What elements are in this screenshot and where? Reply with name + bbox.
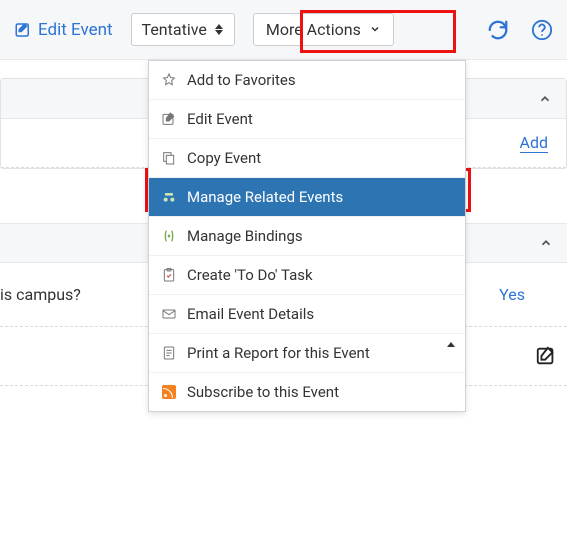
menu-item-print-a-report-for-this-event[interactable]: Print a Report for this Event: [149, 334, 465, 373]
copy-icon: [161, 150, 177, 166]
menu-item-subscribe-to-this-event[interactable]: Subscribe to this Event: [149, 373, 465, 411]
toolbar: Edit Event Tentative More Actions: [0, 0, 567, 60]
menu-item-label: Print a Report for this Event: [187, 344, 370, 362]
refresh-button[interactable]: [487, 19, 509, 41]
more-actions-button[interactable]: More Actions: [253, 13, 394, 46]
add-link[interactable]: Add: [520, 133, 548, 153]
edit-event-label: Edit Event: [38, 20, 113, 40]
menu-item-label: Create 'To Do' Task: [187, 266, 313, 284]
status-value: Tentative: [142, 20, 207, 39]
menu-item-copy-event[interactable]: Copy Event: [149, 139, 465, 178]
answer-yes-link[interactable]: Yes: [499, 285, 557, 304]
pencil-square-icon: [14, 21, 32, 39]
menu-item-label: Copy Event: [187, 149, 261, 167]
help-button[interactable]: [531, 19, 553, 41]
mail-icon: [161, 306, 177, 322]
edit-event-link[interactable]: Edit Event: [14, 20, 113, 40]
doc-icon: [161, 345, 177, 361]
menu-item-label: Subscribe to this Event: [187, 383, 339, 401]
menu-item-edit-event[interactable]: Edit Event: [149, 100, 465, 139]
menu-item-add-to-favorites[interactable]: Add to Favorites: [149, 61, 465, 100]
menu-item-create-to-do-task[interactable]: Create 'To Do' Task: [149, 256, 465, 295]
status-select[interactable]: Tentative: [131, 13, 235, 46]
link-icon: [161, 189, 177, 205]
menu-item-email-event-details[interactable]: Email Event Details: [149, 295, 465, 334]
menu-item-label: Email Event Details: [187, 305, 314, 323]
pencil-icon: [161, 111, 177, 127]
select-sort-icon: [215, 23, 224, 37]
menu-item-manage-related-events[interactable]: Manage Related Events: [149, 178, 465, 217]
menu-item-label: Manage Bindings: [187, 227, 303, 245]
collapse-toggle-2[interactable]: [539, 236, 553, 250]
star-icon: [161, 72, 177, 88]
question-text: is campus?: [0, 285, 81, 304]
binding-icon: [161, 228, 177, 244]
collapse-toggle-1[interactable]: [538, 92, 552, 106]
menu-item-label: Edit Event: [187, 110, 253, 128]
more-actions-label: More Actions: [266, 20, 361, 39]
more-actions-menu: Add to Favorites Edit Event Copy Event Mana…: [148, 60, 466, 412]
menu-item-label: Manage Related Events: [187, 188, 343, 206]
edit-icon-button[interactable]: [535, 345, 557, 367]
menu-item-label: Add to Favorites: [187, 71, 296, 89]
submenu-caret-icon: [447, 342, 455, 347]
chevron-down-icon: [369, 20, 381, 39]
menu-item-manage-bindings[interactable]: Manage Bindings: [149, 217, 465, 256]
rss-icon: [161, 384, 177, 400]
clipboard-icon: [161, 267, 177, 283]
